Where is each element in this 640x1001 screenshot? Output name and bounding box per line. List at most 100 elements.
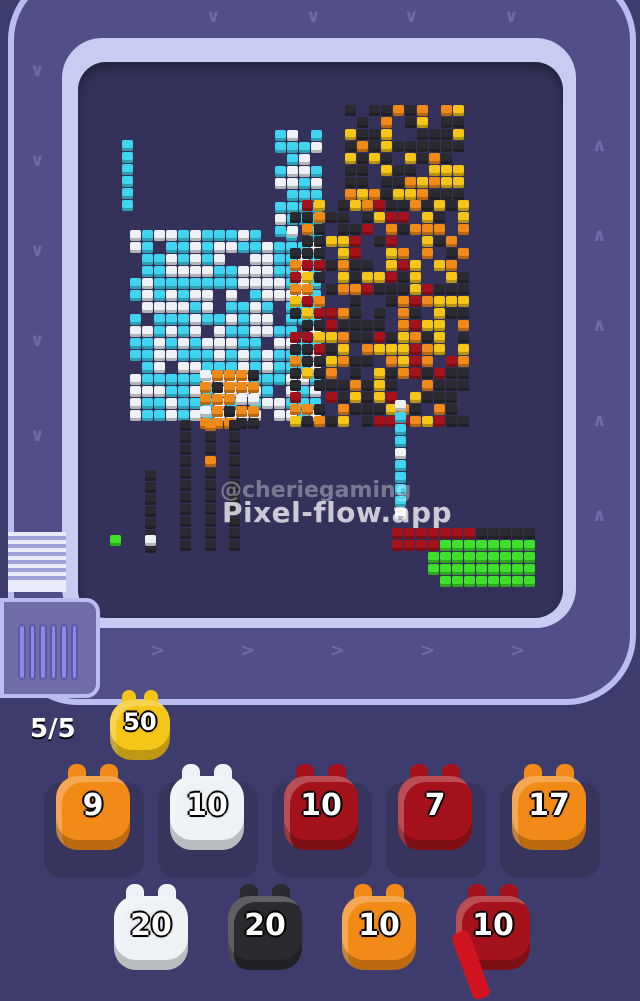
pixel-block: [428, 552, 439, 563]
pig-shooter[interactable]: 10: [342, 880, 416, 972]
pixel-block: [290, 404, 301, 415]
pixel-block: [434, 344, 445, 355]
pixel-block: [452, 540, 463, 551]
pixel-block: [250, 254, 261, 265]
pixel-block: [434, 404, 445, 415]
queue-pig[interactable]: 50: [110, 686, 170, 762]
pixel-block: [374, 368, 385, 379]
pixel-block: [441, 105, 452, 116]
pixel-block: [512, 552, 523, 563]
pixel-block: [178, 386, 189, 397]
pixel-block: [338, 260, 349, 271]
pixel-block: [236, 394, 247, 405]
pig-shooter[interactable]: 17: [512, 760, 586, 852]
pixel-block: [275, 166, 286, 177]
pixel-block: [180, 468, 191, 479]
pixel-block: [446, 236, 457, 247]
pixel-block: [190, 254, 201, 265]
pixel-block: [386, 224, 397, 235]
pixel-block: [178, 350, 189, 361]
pixel-block: [458, 320, 469, 331]
pixel-block: [154, 278, 165, 289]
pixel-block: [410, 272, 421, 283]
pixel-block: [274, 410, 285, 421]
pixel-block: [357, 129, 368, 140]
pixel-block: [441, 141, 452, 152]
pixel-block: [274, 350, 285, 361]
pixel-block: [180, 456, 191, 467]
pixel-block: [290, 380, 301, 391]
pixel-block: [405, 105, 416, 116]
pixel-block: [238, 338, 249, 349]
belt-arrow-icon: >: [420, 640, 436, 661]
pixel-block: [374, 236, 385, 247]
pixel-block: [374, 272, 385, 283]
pixel-block: [434, 284, 445, 295]
pig-shooter[interactable]: 7: [398, 760, 472, 852]
pixel-block: [429, 189, 440, 200]
pixel-block: [314, 308, 325, 319]
pixel-block: [417, 117, 428, 128]
pixel-block: [410, 368, 421, 379]
pixel-block: [440, 576, 451, 587]
belt-arrow-icon: >: [150, 640, 166, 661]
pixel-block: [142, 278, 153, 289]
pixel-block: [446, 260, 457, 271]
pixel-block: [446, 404, 457, 415]
pixel-block: [205, 480, 216, 491]
pixel-block: [429, 129, 440, 140]
pixel-block: [458, 296, 469, 307]
pig-shooter[interactable]: 20: [228, 880, 302, 972]
pixel-block: [458, 356, 469, 367]
pixel-block: [287, 190, 298, 201]
pixel-block: [238, 302, 249, 313]
pixel-block: [338, 332, 349, 343]
pixel-block: [326, 392, 337, 403]
pixel-block: [275, 130, 286, 141]
pixel-block: [345, 105, 356, 116]
pixel-block: [374, 332, 385, 343]
pixel-block: [214, 254, 225, 265]
pixel-block: [374, 392, 385, 403]
pixel-block: [229, 456, 240, 467]
pixel-block: [374, 344, 385, 355]
pixel-block: [274, 338, 285, 349]
pixel-block: [200, 394, 211, 405]
pixel-block: [345, 129, 356, 140]
pixel-block: [524, 540, 535, 551]
pixel-block: [362, 356, 373, 367]
pixel-block: [180, 444, 191, 455]
pixel-block: [446, 380, 457, 391]
pixel-block: [274, 254, 285, 265]
pixel-block: [386, 260, 397, 271]
pixel-block: [398, 284, 409, 295]
pig-shooter[interactable]: 9: [56, 760, 130, 852]
pixel-block: [434, 212, 445, 223]
pixel-block: [302, 320, 313, 331]
pig-shooter[interactable]: 10: [170, 760, 244, 852]
pixel-block: [250, 278, 261, 289]
pig-shooter[interactable]: 10: [284, 760, 358, 852]
pixel-block: [386, 368, 397, 379]
pixel-block: [178, 314, 189, 325]
pixel-block: [395, 436, 406, 447]
pixel-block: [326, 284, 337, 295]
pig-shooter[interactable]: 20: [114, 880, 188, 972]
pixel-block: [350, 224, 361, 235]
pixel-block: [166, 290, 177, 301]
pixel-block: [500, 564, 511, 575]
pixel-block: [374, 308, 385, 319]
pixel-block: [326, 332, 337, 343]
pixel-block: [338, 236, 349, 247]
pixel-block: [381, 177, 392, 188]
pixel-block: [302, 236, 313, 247]
pixel-block: [369, 153, 380, 164]
pixel-block: [369, 189, 380, 200]
pixel-block: [250, 350, 261, 361]
pixel-block: [130, 410, 141, 421]
pixel-block: [314, 416, 325, 427]
pixel-block: [524, 528, 535, 539]
pixel-block: [142, 386, 153, 397]
pixel-block: [178, 302, 189, 313]
pixel-block: [178, 362, 189, 373]
